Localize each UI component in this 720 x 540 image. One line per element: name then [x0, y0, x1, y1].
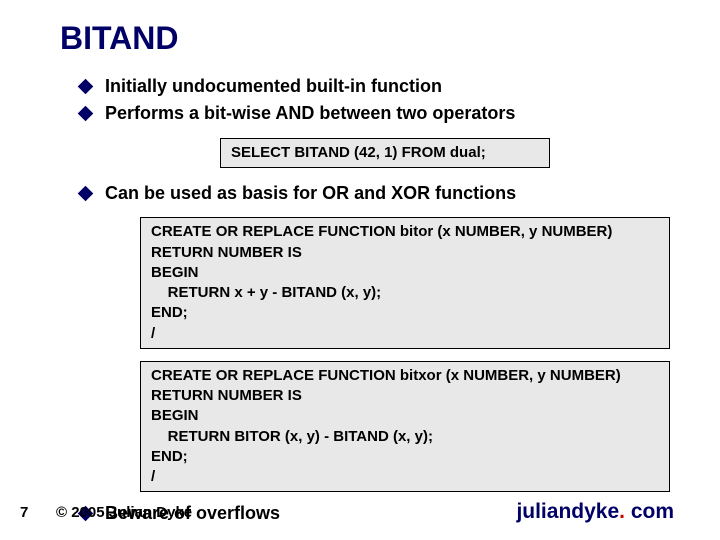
bullet-item: Can be used as basis for OR and XOR func…	[80, 182, 670, 205]
code-box-bitxor: CREATE OR REPLACE FUNCTION bitxor (x NUM…	[140, 361, 670, 493]
diamond-bullet-icon	[78, 186, 94, 202]
code-box-select: SELECT BITAND (42, 1) FROM dual;	[220, 138, 550, 168]
bullet-item: Performs a bit-wise AND between two oper…	[80, 102, 670, 125]
copyright-text: © 2005 Julian Dyke	[56, 504, 516, 521]
brand-name: juliandyke	[516, 500, 619, 523]
slide: BITAND Initially undocumented built-in f…	[0, 0, 720, 540]
code-box-bitor: CREATE OR REPLACE FUNCTION bitor (x NUMB…	[140, 217, 670, 349]
bullet-item: Initially undocumented built-in function	[80, 75, 670, 98]
bullet-text: Performs a bit-wise AND between two oper…	[105, 102, 515, 125]
diamond-bullet-icon	[78, 106, 94, 122]
slide-footer: 7 © 2005 Julian Dyke juliandyke. com	[0, 500, 720, 524]
bullet-text: Initially undocumented built-in function	[105, 75, 442, 98]
diamond-bullet-icon	[78, 79, 94, 95]
page-number: 7	[20, 504, 48, 521]
page-title: BITAND	[60, 20, 670, 57]
brand-dot: .	[619, 500, 631, 523]
brand-tld: com	[631, 500, 674, 523]
bullet-text: Can be used as basis for OR and XOR func…	[105, 182, 516, 205]
brand-link: juliandyke. com	[516, 500, 674, 524]
